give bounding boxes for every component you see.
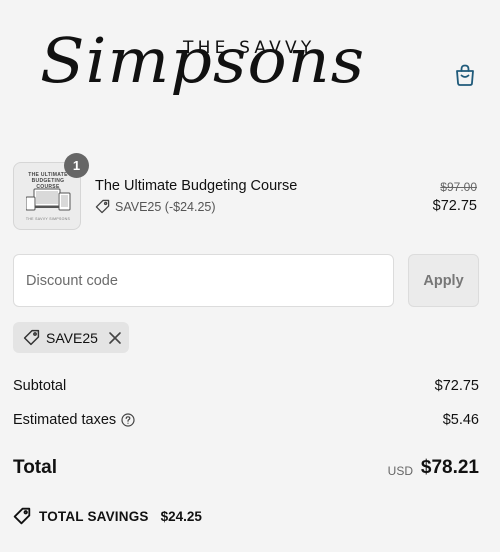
total-value: $78.21 (420, 457, 479, 478)
applied-discount-code: SAVE25 (46, 329, 98, 346)
shopping-bag-icon[interactable] (454, 63, 476, 87)
apply-button[interactable]: Apply (408, 254, 479, 307)
product-title: The Ultimate Budgeting Course (95, 178, 298, 194)
tag-icon (13, 507, 31, 525)
help-icon[interactable] (121, 413, 135, 427)
product-discount: SAVE25 (-$24.25) (95, 199, 216, 214)
applied-discount-chip: SAVE25 (13, 322, 129, 353)
quantity-badge: 1 (64, 153, 89, 178)
tag-icon (95, 199, 110, 214)
currency-code: USD (387, 464, 413, 478)
devices-illustration (26, 188, 71, 211)
close-icon[interactable] (108, 331, 122, 345)
tag-icon (23, 329, 40, 346)
brand-script-logo[interactable]: Simpsons (40, 30, 365, 92)
subtotal-label: Subtotal (13, 378, 67, 394)
total-label: Total (13, 457, 57, 478)
product-discount-text: SAVE25 (-$24.25) (115, 199, 216, 214)
current-price: $72.75 (432, 198, 477, 214)
subtotal-value: $72.75 (434, 378, 479, 394)
taxes-label: Estimated taxes (13, 412, 117, 428)
savings-value: $24.25 (160, 508, 202, 524)
original-price: $97.00 (440, 180, 477, 194)
total-savings: TOTAL SAVINGS $24.25 (13, 507, 202, 525)
thumbnail-footer: THE SAVVY SIMPSONS (25, 217, 71, 221)
taxes-value: $5.46 (442, 412, 479, 428)
discount-code-input[interactable] (13, 254, 394, 307)
savings-label: TOTAL SAVINGS (39, 508, 149, 524)
